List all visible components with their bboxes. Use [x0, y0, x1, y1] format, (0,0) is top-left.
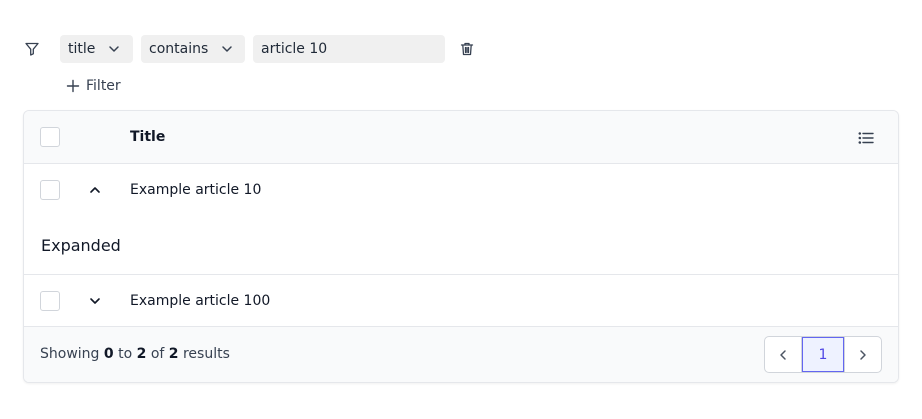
summary-to-word: to: [118, 346, 133, 362]
table-header: Title: [24, 111, 898, 164]
summary-prefix: Showing: [40, 346, 100, 362]
pagination: 1: [764, 336, 882, 373]
chevron-right-icon: [856, 348, 870, 362]
filter-field-value: title: [68, 41, 96, 57]
page-button-current[interactable]: 1: [802, 337, 844, 372]
chevron-down-icon[interactable]: [88, 294, 102, 308]
filter-field-select[interactable]: title: [60, 35, 133, 63]
filter-operator-select[interactable]: contains: [141, 35, 245, 63]
row-checkbox[interactable]: [40, 291, 60, 311]
table-footer: Showing 0 to 2 of 2 results 1: [24, 326, 898, 382]
filter-row: title contains: [24, 35, 475, 63]
expanded-row-text: Expanded: [41, 236, 121, 255]
summary-total: 2: [168, 346, 179, 362]
row-checkbox[interactable]: [40, 180, 60, 200]
trash-icon[interactable]: [459, 41, 475, 57]
data-table: Title Example article 10 Expanded Exampl…: [23, 110, 899, 383]
summary-to: 2: [136, 346, 147, 362]
table-row: Example article 10: [24, 164, 898, 217]
filter-query-input[interactable]: [253, 35, 445, 63]
select-all-checkbox[interactable]: [40, 127, 60, 147]
summary-from: 0: [103, 346, 114, 362]
chevron-up-icon[interactable]: [88, 183, 102, 197]
table-row: Example article 100: [24, 275, 898, 328]
summary-of-word: of: [150, 346, 165, 362]
plus-icon: [66, 79, 80, 93]
filter-operator-value: contains: [149, 41, 209, 57]
chevron-down-icon: [220, 42, 234, 56]
row-title: Example article 10: [130, 182, 262, 198]
chevron-left-icon: [776, 348, 790, 362]
summary-suffix: results: [182, 346, 230, 362]
next-page-button[interactable]: [844, 337, 881, 372]
row-title: Example article 100: [130, 293, 271, 309]
results-summary: Showing 0 to 2 of 2 results: [40, 346, 230, 362]
expanded-row-panel: Expanded: [24, 217, 898, 275]
add-filter-label: Filter: [86, 78, 121, 94]
list-columns-icon[interactable]: [858, 131, 874, 145]
column-header-title[interactable]: Title: [130, 129, 165, 145]
funnel-icon: [24, 41, 40, 57]
add-filter-button[interactable]: Filter: [66, 75, 121, 97]
chevron-down-icon: [107, 42, 121, 56]
previous-page-button[interactable]: [765, 337, 802, 372]
